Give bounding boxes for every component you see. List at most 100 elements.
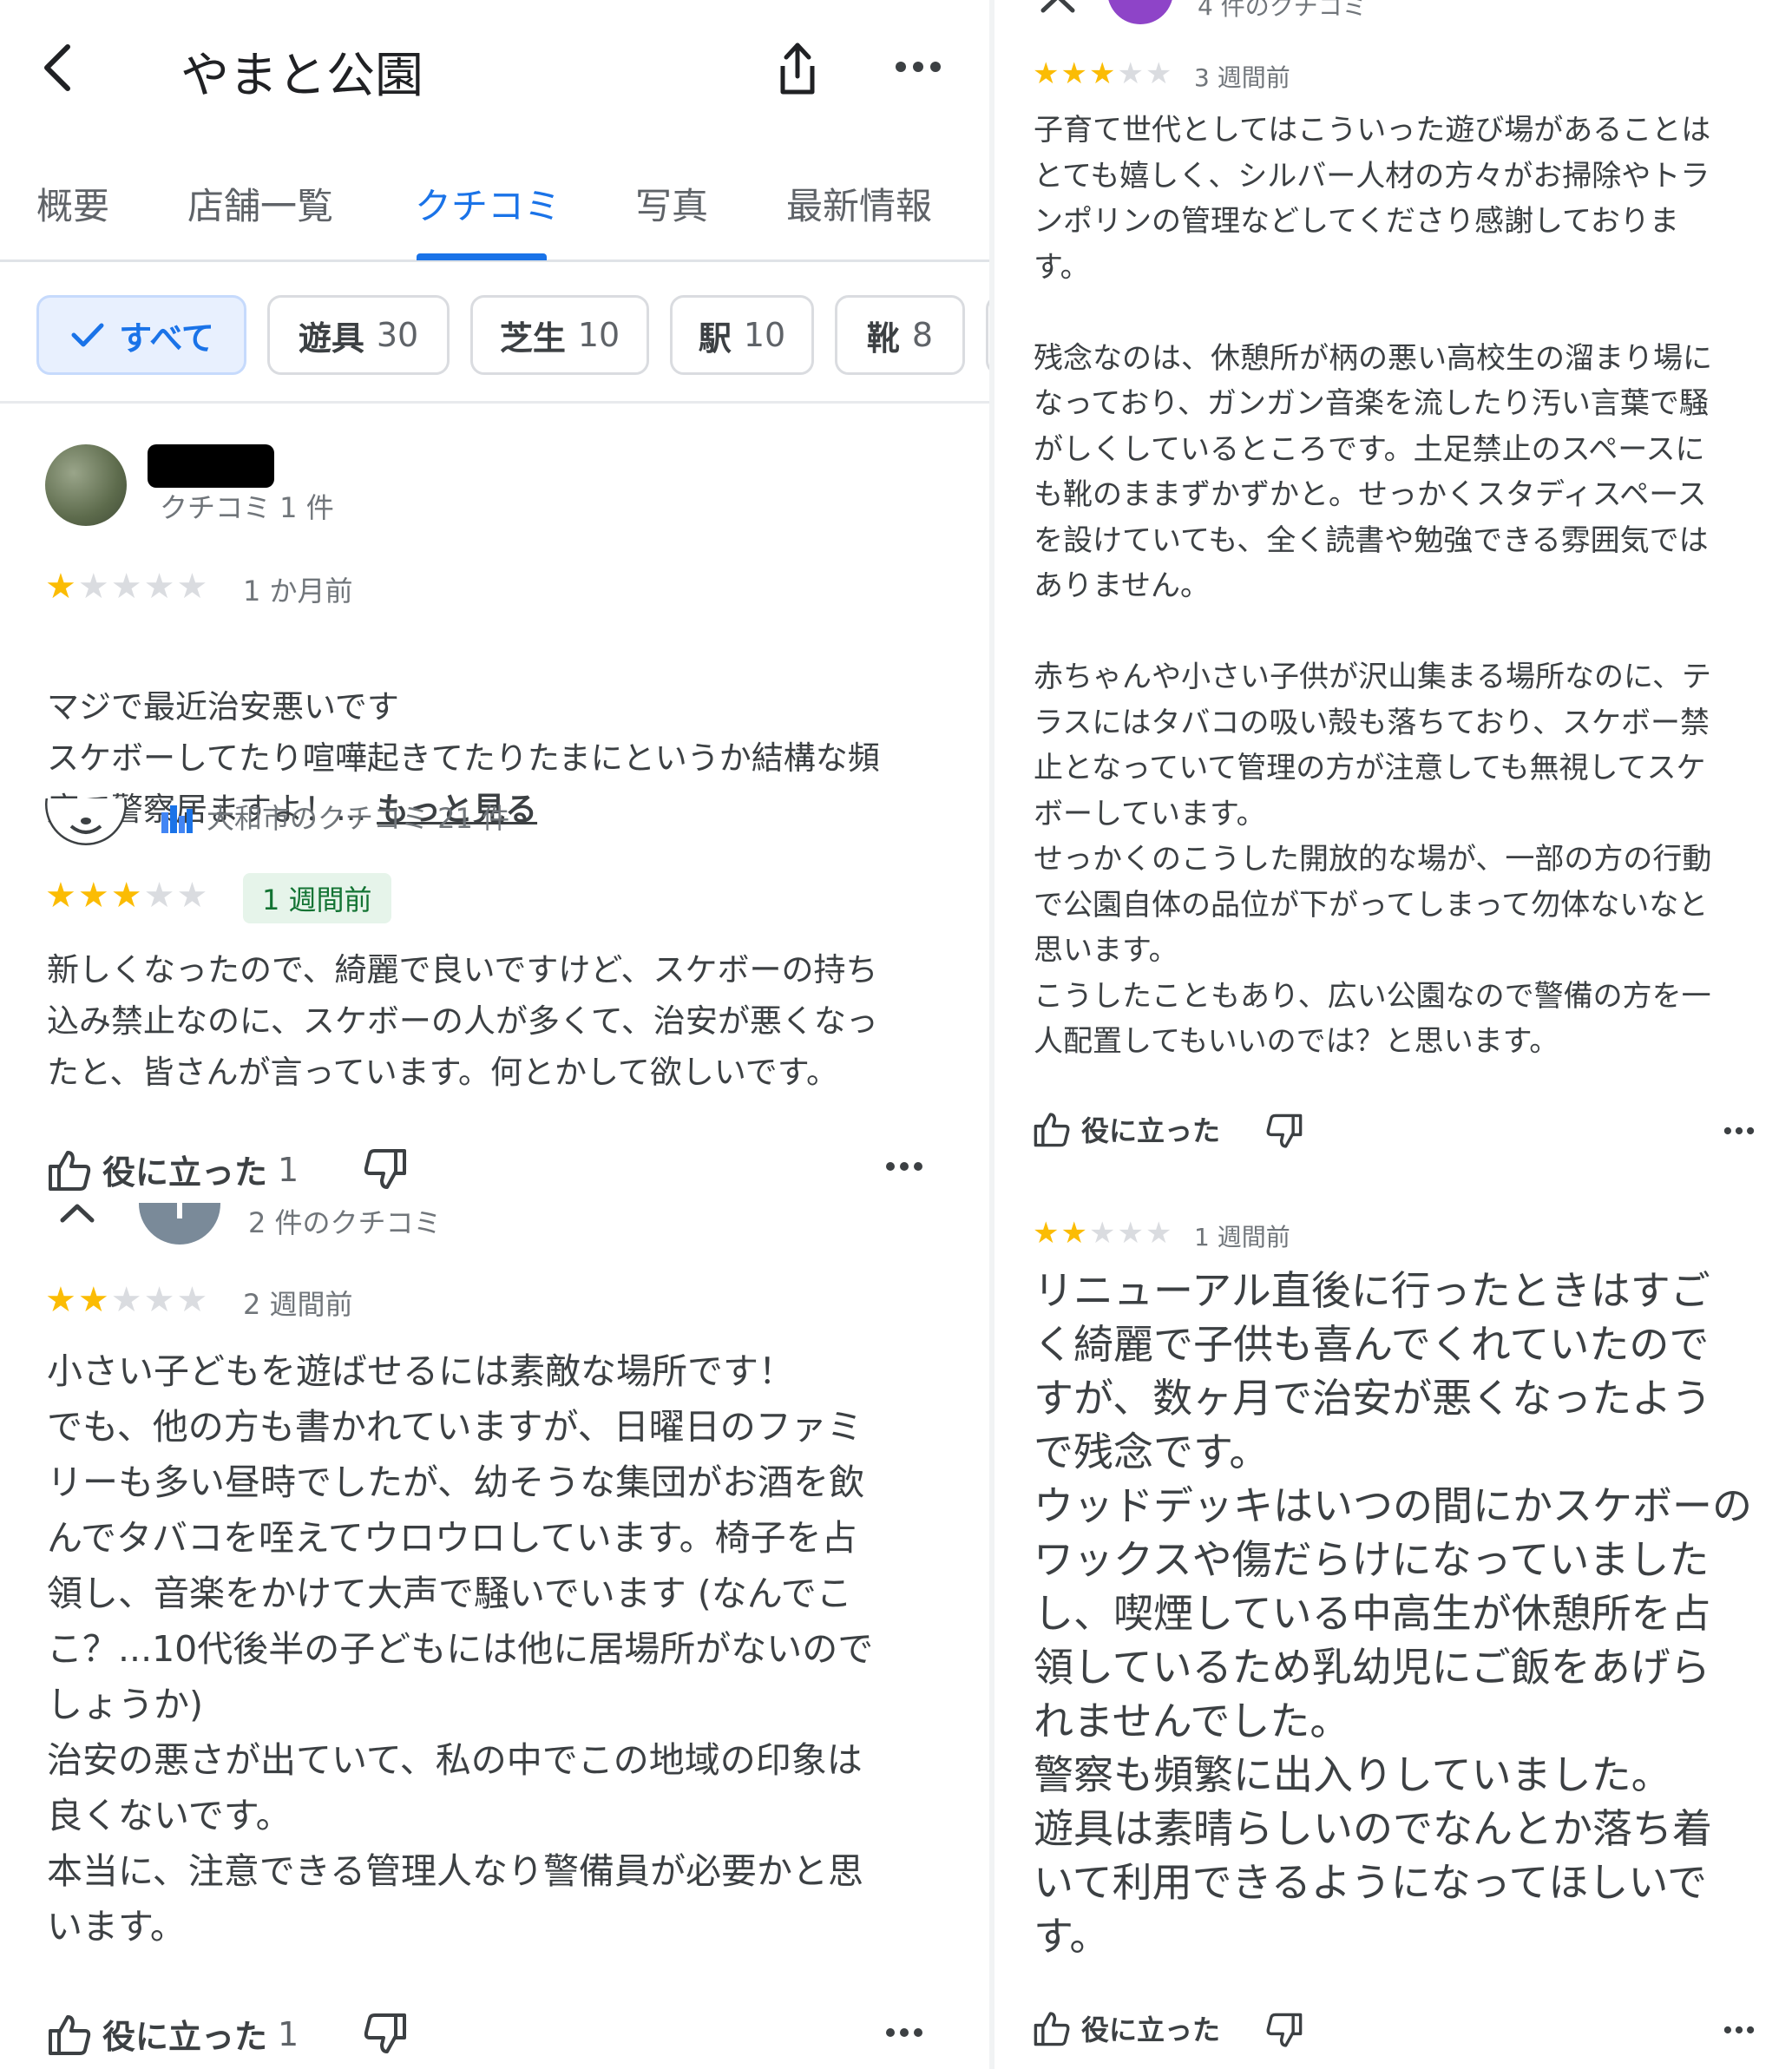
star-empty-icon: ★ bbox=[1145, 1216, 1172, 1251]
star-empty-icon: ★ bbox=[1117, 1216, 1144, 1251]
helpful-label: 役に立った bbox=[102, 1153, 268, 1192]
tab-reviews[interactable]: クチコミ bbox=[415, 177, 561, 230]
chip-label: 芝生 bbox=[499, 319, 566, 358]
chip-shoes[interactable]: 靴 8 bbox=[835, 295, 965, 375]
review-text: 小さい子どもを遊ばせるには素敵な場所です！ でも、他の方も書かれていますが、日曜… bbox=[47, 1350, 874, 1947]
chip-count: 10 bbox=[577, 316, 620, 354]
star-filled-icon: ★ bbox=[77, 1280, 109, 1320]
star-empty-icon: ★ bbox=[143, 567, 175, 607]
author-review-count: クチコミ 1 件 bbox=[160, 491, 334, 524]
author-review-count: 4 件のクチコミ bbox=[1198, 0, 1367, 21]
chip-count: 8 bbox=[911, 316, 934, 354]
rating-stars: ★ ★ ★ ★ ★ bbox=[45, 1283, 207, 1317]
right-screenshot-panel: 4 件のクチコミ ★ ★ ★ ★ ★ 3 週間前 子育て世代としてはこういった遊び場があ… bbox=[994, 0, 1792, 2069]
review-date: 1 か月前 bbox=[243, 575, 353, 608]
chevron-up-icon[interactable] bbox=[1038, 0, 1078, 16]
rating-stars: ★ ★ ★ ★ ★ bbox=[45, 569, 207, 604]
more-options-icon[interactable] bbox=[885, 2026, 923, 2039]
review-date: 3 週間前 bbox=[1194, 63, 1290, 92]
chip-label: 靴 bbox=[866, 319, 900, 358]
star-empty-icon: ★ bbox=[176, 1280, 208, 1320]
star-empty-icon: ★ bbox=[110, 567, 142, 607]
helpful-count: 1 bbox=[278, 2014, 299, 2053]
review-date: 2 週間前 bbox=[243, 1288, 353, 1321]
author-review-count: 大和市のクチコミ 21 件 bbox=[207, 802, 510, 835]
header-bar: やまと公園 bbox=[0, 0, 989, 139]
check-icon bbox=[71, 323, 104, 347]
star-empty-icon: ★ bbox=[77, 567, 109, 607]
star-empty-icon: ★ bbox=[1145, 56, 1172, 91]
star-empty-icon: ★ bbox=[143, 1280, 175, 1320]
helpful-button[interactable]: 役に立った 1 bbox=[47, 2010, 299, 2058]
chip-station[interactable]: 駅 10 bbox=[670, 295, 814, 375]
thumbs-down-icon[interactable] bbox=[363, 2012, 408, 2057]
helpful-label: 役に立った bbox=[1081, 1114, 1221, 1147]
chip-playground[interactable]: 遊具 30 bbox=[267, 295, 450, 375]
star-filled-icon: ★ bbox=[110, 876, 142, 916]
chip-count: 30 bbox=[376, 316, 419, 354]
filter-chip-row: すべて 遊具 30 芝生 10 駅 10 靴 8 bbox=[0, 286, 989, 404]
more-horizontal-icon[interactable] bbox=[894, 54, 942, 80]
helpful-button[interactable]: 役に立った bbox=[1033, 1109, 1220, 1149]
thumbs-down-icon[interactable] bbox=[363, 1147, 408, 1192]
rating-stars: ★ ★ ★ ★ ★ bbox=[1033, 1218, 1172, 1248]
review-text: 新しくなったので、綺麗で良いですけど、スケボーの持ち 込み禁止なのに、スケボーの… bbox=[47, 951, 878, 1091]
star-filled-icon: ★ bbox=[45, 567, 76, 607]
helpful-label: 役に立った bbox=[1081, 2013, 1221, 2046]
thumbs-down-icon[interactable] bbox=[1265, 2012, 1303, 2050]
thumbs-up-icon bbox=[49, 1150, 91, 1191]
star-filled-icon: ★ bbox=[77, 876, 109, 916]
star-empty-icon: ★ bbox=[110, 1280, 142, 1320]
star-filled-icon: ★ bbox=[1088, 56, 1116, 91]
star-empty-icon: ★ bbox=[176, 876, 208, 916]
share-icon[interactable] bbox=[772, 36, 823, 99]
star-filled-icon: ★ bbox=[1033, 1216, 1060, 1251]
tab-overview[interactable]: 概要 bbox=[36, 177, 109, 230]
thumbs-up-icon bbox=[1034, 2012, 1070, 2046]
more-options-icon[interactable] bbox=[1723, 2024, 1755, 2036]
rating-stars: ★ ★ ★ ★ ★ bbox=[1033, 59, 1172, 89]
more-options-icon[interactable] bbox=[885, 1159, 923, 1173]
active-tab-indicator bbox=[417, 253, 547, 260]
chip-label: 遊具 bbox=[298, 319, 364, 358]
avatar[interactable] bbox=[1107, 0, 1173, 24]
chip-all[interactable]: すべて bbox=[36, 295, 246, 375]
thumbs-up-icon bbox=[49, 2014, 91, 2055]
star-filled-icon: ★ bbox=[45, 1280, 76, 1320]
helpful-button[interactable]: 役に立った bbox=[1033, 2008, 1220, 2048]
star-filled-icon: ★ bbox=[1060, 56, 1087, 91]
helpful-label: 役に立った bbox=[102, 2018, 268, 2056]
review-text: 子育て世代としてはこういった遊び場があることは とても嬉しく、シルバー人材の方々… bbox=[1034, 113, 1712, 1059]
tab-updates[interactable]: 最新情報 bbox=[786, 177, 932, 230]
helpful-button[interactable]: 役に立った 1 bbox=[47, 1146, 299, 1193]
author-review-count: 2 件のクチコミ bbox=[248, 1206, 442, 1239]
local-guide-city-icon bbox=[161, 805, 193, 833]
review-date: 1 週間前 bbox=[1194, 1223, 1290, 1251]
helpful-count: 1 bbox=[278, 1150, 299, 1189]
redacted-author-name bbox=[148, 444, 274, 488]
star-empty-icon: ★ bbox=[176, 567, 208, 607]
star-empty-icon: ★ bbox=[1117, 56, 1144, 91]
star-empty-icon: ★ bbox=[143, 876, 175, 916]
left-screenshot-panel: やまと公園 概要 店舗一覧 クチコミ 写真 最新情報 すべて 遊具 30 芝生 bbox=[0, 0, 989, 2069]
avatar[interactable] bbox=[45, 444, 127, 526]
tab-bar: 概要 店舗一覧 クチコミ 写真 最新情報 bbox=[0, 165, 989, 262]
rating-stars: ★ ★ ★ ★ ★ bbox=[45, 878, 207, 913]
review-date-badge: 1 週間前 bbox=[243, 873, 391, 923]
chip-label: すべて bbox=[119, 319, 214, 358]
star-filled-icon: ★ bbox=[1033, 56, 1060, 91]
tab-photos[interactable]: 写真 bbox=[635, 177, 708, 230]
star-empty-icon: ★ bbox=[1088, 1216, 1116, 1251]
review-text: リニューアル直後に行ったときはすご く綺麗で子供も喜んでくれていたので すが、数… bbox=[1034, 1267, 1752, 1960]
star-filled-icon: ★ bbox=[1060, 1216, 1087, 1251]
star-filled-icon: ★ bbox=[45, 876, 76, 916]
chevron-left-icon[interactable] bbox=[33, 42, 85, 94]
chip-lawn[interactable]: 芝生 10 bbox=[470, 295, 649, 375]
chip-label: 駅 bbox=[698, 319, 732, 358]
tab-stores[interactable]: 店舗一覧 bbox=[187, 177, 333, 230]
thumbs-down-icon[interactable] bbox=[1265, 1113, 1303, 1151]
more-options-icon[interactable] bbox=[1723, 1125, 1755, 1137]
chip-count: 10 bbox=[743, 316, 786, 354]
chevron-up-icon[interactable] bbox=[57, 1199, 97, 1225]
page-title: やまと公園 bbox=[181, 48, 423, 104]
